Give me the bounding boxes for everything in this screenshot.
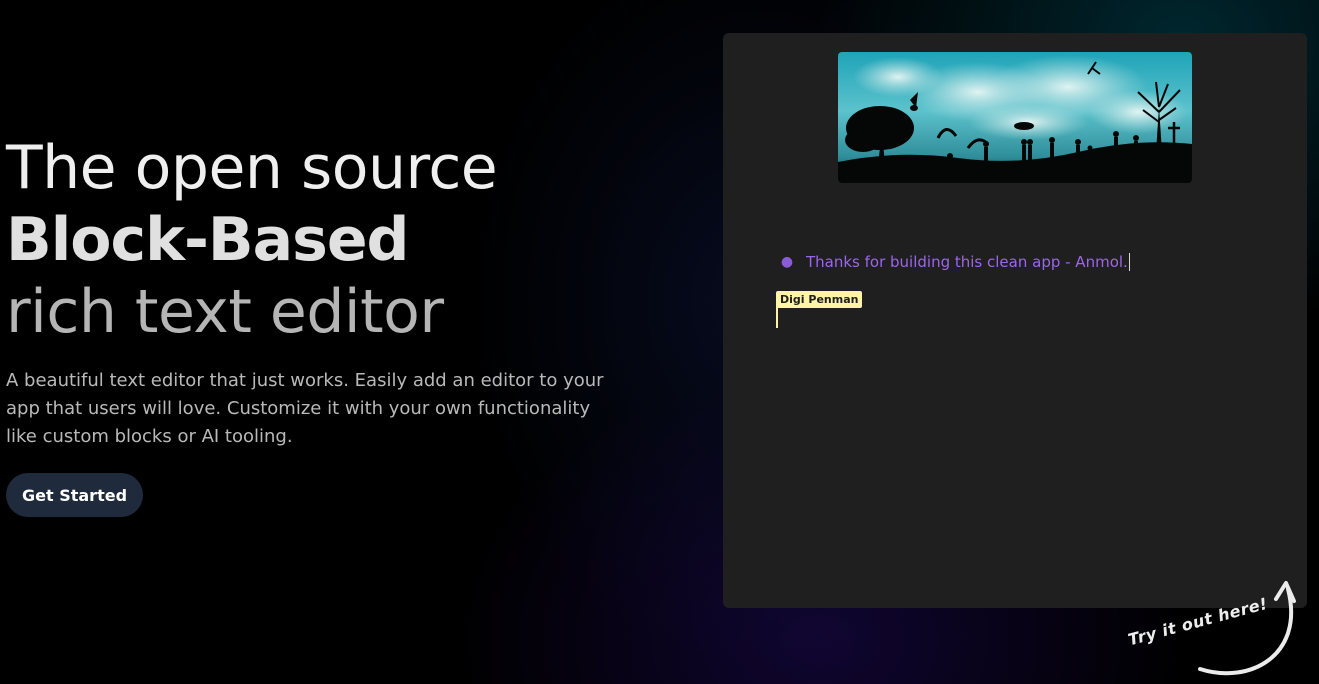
try-it-callout: Try it out here! — [1120, 575, 1310, 680]
hero-title-line-1: The open source — [6, 133, 498, 203]
hero-title-line-3: rich text editor — [6, 277, 444, 347]
collaborator-cursor-caret — [776, 308, 778, 328]
text-caret — [1128, 253, 1130, 272]
get-started-button[interactable]: Get Started — [6, 473, 144, 517]
hero-title: The open source Block-Based rich text ed… — [6, 132, 706, 348]
bullet-list-item[interactable]: ● Thanks for building this clean app - A… — [775, 249, 1275, 275]
editor-panel[interactable]: ● Thanks for building this clean app - A… — [723, 33, 1307, 608]
bullet-text-content: Thanks for building this clean app - Anm… — [806, 252, 1128, 271]
silhouette-landscape-image[interactable] — [838, 52, 1192, 183]
bullet-dot-icon: ● — [780, 254, 794, 270]
hero-title-line-2: Block-Based — [6, 205, 409, 275]
hero-description: A beautiful text editor that just works.… — [6, 370, 604, 447]
bullet-text[interactable]: Thanks for building this clean app - Anm… — [806, 253, 1130, 272]
collaborator-cursor-label: Digi Penman — [776, 291, 863, 308]
